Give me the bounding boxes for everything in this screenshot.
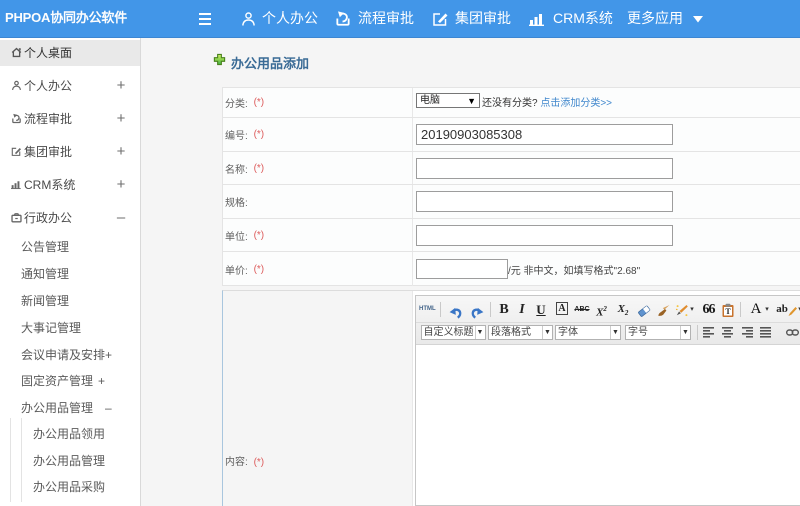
svg-text:T: T (725, 307, 731, 316)
